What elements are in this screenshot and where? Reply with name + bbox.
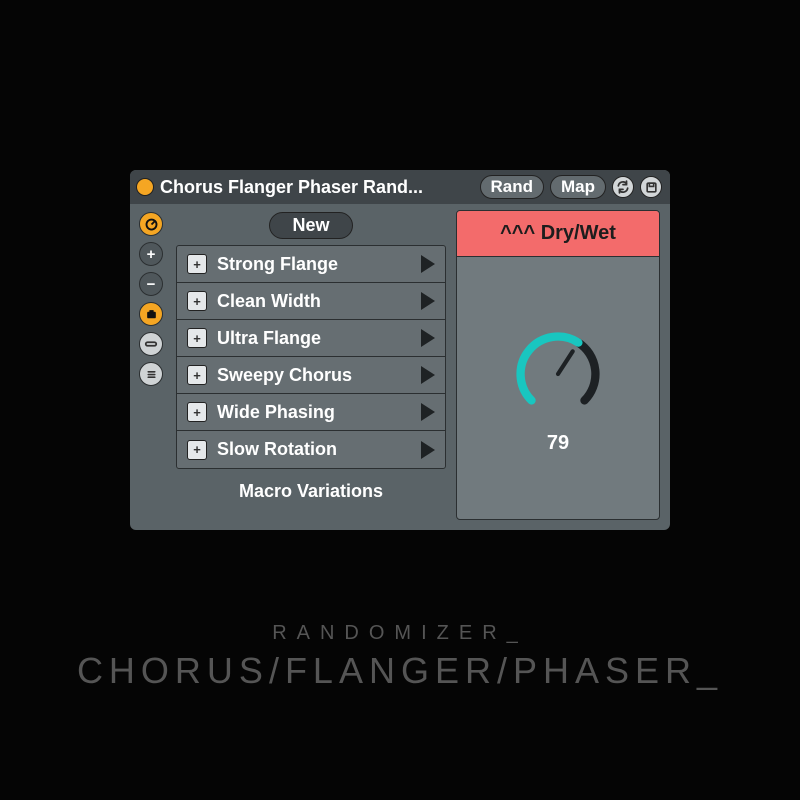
launch-variation-icon[interactable] [421, 403, 435, 421]
launch-variation-icon[interactable] [421, 329, 435, 347]
snapshot-icon[interactable] [187, 365, 207, 385]
save-preset-icon[interactable] [640, 176, 662, 198]
macro-view-icon[interactable] [139, 212, 163, 236]
side-icon-strip: + − [136, 210, 166, 520]
variation-row[interactable]: Strong Flange [177, 246, 445, 283]
hot-swap-icon[interactable] [612, 176, 634, 198]
snapshot-icon[interactable] [187, 402, 207, 422]
variation-list: Strong Flange Clean Width Ultra Flange S… [176, 245, 446, 469]
variation-label: Slow Rotation [217, 439, 411, 460]
map-button[interactable]: Map [550, 175, 606, 199]
variation-row[interactable]: Wide Phasing [177, 394, 445, 431]
snapshot-icon[interactable] [187, 440, 207, 460]
variation-row[interactable]: Sweepy Chorus [177, 357, 445, 394]
device-title: Chorus Flanger Phaser Rand... [160, 177, 474, 198]
caption-large: CHORUS/FLANGER/PHASER_ [0, 650, 800, 692]
add-icon[interactable]: + [139, 242, 163, 266]
macro-name-label[interactable]: ^^^ Dry/Wet [457, 211, 659, 257]
macro-body: 79 [457, 257, 659, 519]
variation-label: Clean Width [217, 291, 411, 312]
new-variation-row: New [176, 210, 446, 245]
macro-value: 79 [547, 432, 569, 455]
variations-column: New Strong Flange Clean Width Ultra Flan… [176, 210, 446, 520]
snapshot-icon[interactable] [187, 254, 207, 274]
launch-variation-icon[interactable] [421, 441, 435, 459]
snapshot-icon[interactable] [187, 291, 207, 311]
macro-knob[interactable] [506, 322, 610, 426]
launch-variation-icon[interactable] [421, 366, 435, 384]
variation-row[interactable]: Ultra Flange [177, 320, 445, 357]
new-variation-button[interactable]: New [269, 212, 352, 239]
variation-label: Ultra Flange [217, 328, 411, 349]
audio-rack-device: Chorus Flanger Phaser Rand... Rand Map +… [130, 170, 670, 530]
variation-label: Wide Phasing [217, 402, 411, 423]
device-title-bar: Chorus Flanger Phaser Rand... Rand Map [130, 170, 670, 204]
remove-icon[interactable]: − [139, 272, 163, 296]
variation-label: Strong Flange [217, 254, 411, 275]
device-body: + − New Strong Flange [130, 204, 670, 520]
variation-label: Sweepy Chorus [217, 365, 411, 386]
launch-variation-icon[interactable] [421, 255, 435, 273]
variation-row[interactable]: Clean Width [177, 283, 445, 320]
chain-view-icon[interactable] [139, 332, 163, 356]
launch-variation-icon[interactable] [421, 292, 435, 310]
rand-button[interactable]: Rand [480, 175, 545, 199]
caption-small: RANDOMIZER_ [0, 622, 800, 645]
snapshot-icon[interactable] [187, 328, 207, 348]
device-power-toggle[interactable] [136, 178, 154, 196]
variations-footer-label: Macro Variations [176, 469, 446, 508]
variation-row[interactable]: Slow Rotation [177, 431, 445, 468]
macro-panel: ^^^ Dry/Wet 79 [456, 210, 660, 520]
variations-view-icon[interactable] [139, 302, 163, 326]
device-list-icon[interactable] [139, 362, 163, 386]
